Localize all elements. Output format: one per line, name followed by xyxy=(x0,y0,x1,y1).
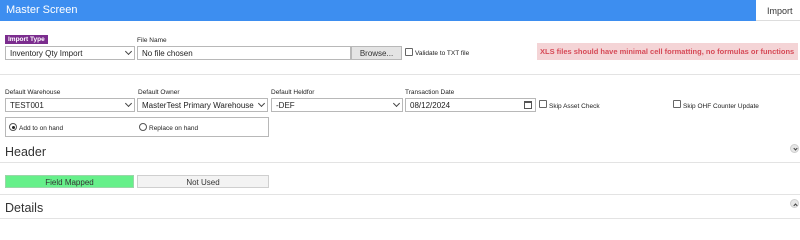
default-heldfor-value: -DEF xyxy=(276,101,295,110)
import-type-value: Inventory Qty Import xyxy=(10,49,83,58)
default-owner-label: Default Owner xyxy=(138,89,180,96)
header-section-title: Header xyxy=(5,145,46,159)
tab-import[interactable]: Import xyxy=(756,0,800,21)
on-hand-mode-group: Add to on hand Replace on hand xyxy=(5,117,269,137)
replace-on-hand-radio[interactable] xyxy=(139,123,147,131)
divider xyxy=(0,162,800,163)
details-collapse-button[interactable] xyxy=(790,199,799,208)
page-title: Master Screen xyxy=(6,4,78,16)
import-type-badge: Import Type xyxy=(5,35,48,44)
chevron-down-icon xyxy=(124,47,133,56)
xls-warning-banner: XLS files should have minimal cell forma… xyxy=(537,43,798,60)
skip-ohf-label: Skip OHF Counter Update xyxy=(683,103,759,110)
chevron-down-icon xyxy=(124,99,133,108)
divider xyxy=(0,194,800,195)
calendar-icon[interactable] xyxy=(524,101,532,109)
transaction-date-value: 08/12/2024 xyxy=(410,101,451,110)
replace-on-hand-label: Replace on hand xyxy=(149,125,199,132)
default-warehouse-label: Default Warehouse xyxy=(5,89,61,96)
field-mapped-legend: Field Mapped xyxy=(5,175,134,188)
import-type-select[interactable]: Inventory Qty Import xyxy=(5,46,135,60)
default-owner-select[interactable]: MasterTest Primary Warehouse xyxy=(137,98,268,112)
details-section-title: Details xyxy=(5,201,44,215)
chevron-down-icon xyxy=(257,99,266,108)
chevron-down-icon xyxy=(392,99,401,108)
add-on-hand-label: Add to on hand xyxy=(19,125,64,132)
default-warehouse-value: TEST001 xyxy=(10,101,44,110)
validate-txt-label: Validate to TXT file xyxy=(415,50,470,57)
title-bar: Master Screen xyxy=(0,0,756,21)
divider xyxy=(0,218,800,219)
transaction-date-field[interactable]: 08/12/2024 xyxy=(405,98,536,112)
transaction-date-label: Transaction Date xyxy=(405,89,455,96)
default-heldfor-select[interactable]: -DEF xyxy=(271,98,403,112)
skip-asset-label: Skip Asset Check xyxy=(549,103,600,110)
browse-button[interactable]: Browse... xyxy=(351,46,402,60)
skip-ohf-checkbox[interactable] xyxy=(673,100,681,108)
chevron-up-icon xyxy=(792,202,798,208)
default-heldfor-label: Default Heldfor xyxy=(271,89,315,96)
header-collapse-button[interactable] xyxy=(790,144,799,153)
file-name-field[interactable]: No file chosen xyxy=(137,46,351,60)
not-used-legend: Not Used xyxy=(137,175,269,188)
file-name-label: File Name xyxy=(137,37,167,44)
default-owner-value: MasterTest Primary Warehouse xyxy=(142,101,254,110)
validate-txt-checkbox[interactable] xyxy=(405,48,413,56)
chevron-down-icon xyxy=(792,145,798,151)
divider xyxy=(0,74,800,75)
skip-asset-checkbox[interactable] xyxy=(539,100,547,108)
default-warehouse-select[interactable]: TEST001 xyxy=(5,98,135,112)
add-on-hand-radio[interactable] xyxy=(9,123,17,131)
